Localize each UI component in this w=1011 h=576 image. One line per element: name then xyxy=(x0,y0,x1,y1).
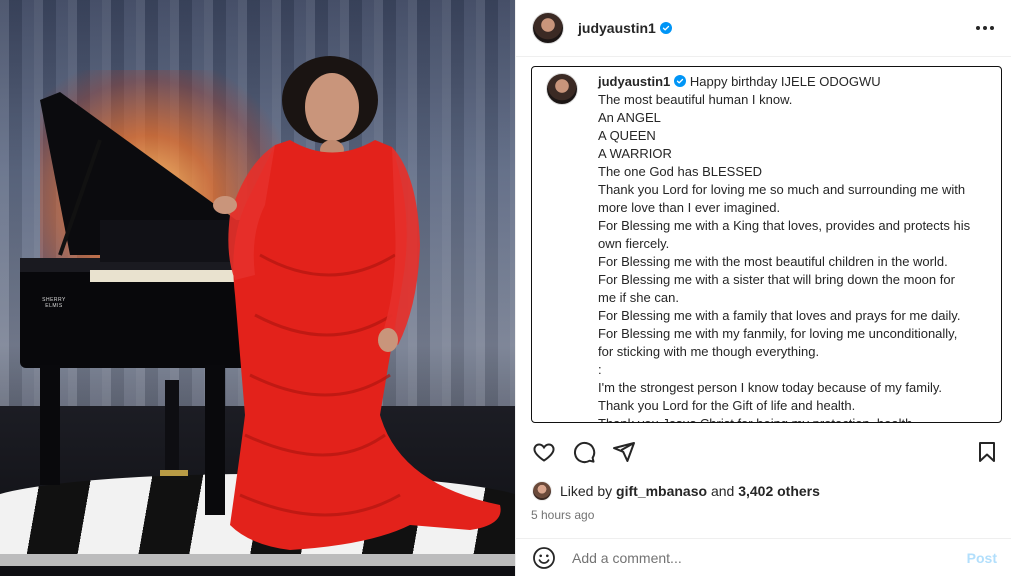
verified-badge-icon xyxy=(659,22,672,34)
caption-line: For Blessing me with my fanmily, for lov… xyxy=(598,326,958,341)
caption-line: For Blessing me with the most beautiful … xyxy=(598,254,948,269)
photo-watermark: SHERRY ELMIS xyxy=(42,297,66,309)
caption-text: judyaustin1 Happy birthday IJELE ODOGWU … xyxy=(598,73,987,422)
author-username[interactable]: judyaustin1 xyxy=(578,20,656,36)
caption-line: Thank you Lord for the Gift of life and … xyxy=(598,398,856,413)
caption-line: For Blessing me with a family that loves… xyxy=(598,308,961,323)
caption-line: For Blessing me with a King that loves, … xyxy=(598,218,971,233)
post-sidebar: judyaustin1 judyaustin1 Happy birthday I… xyxy=(515,0,1011,576)
share-icon[interactable] xyxy=(612,440,636,464)
caption-line: The most beautiful human I know. xyxy=(598,92,793,107)
post-modal: SHERRY ELMIS judyaustin1 judyaustin1 Hap… xyxy=(0,0,1011,576)
liker-avatar[interactable] xyxy=(532,481,552,501)
heart-icon[interactable] xyxy=(532,440,556,464)
caption-line: The one God has BLESSED xyxy=(598,164,763,179)
bookmark-icon[interactable] xyxy=(975,440,999,464)
comment-icon[interactable] xyxy=(572,440,596,464)
likes-connector: and xyxy=(710,483,735,499)
more-options-button[interactable] xyxy=(973,16,997,40)
post-photo[interactable]: SHERRY ELMIS xyxy=(0,0,515,576)
caption-line: Thank you Jesus Christ for being my prot… xyxy=(598,415,987,422)
caption-line: me if she can. xyxy=(598,290,679,305)
post-timestamp[interactable]: 5 hours ago xyxy=(531,508,594,522)
caption-line: own fiercely. xyxy=(598,236,670,251)
caption-username[interactable]: judyaustin1 xyxy=(598,74,670,89)
woman-in-red-gown xyxy=(213,56,501,550)
emoji-icon[interactable] xyxy=(532,546,556,570)
more-horizontal-icon xyxy=(976,26,994,30)
caption-line: An ANGEL xyxy=(598,110,661,125)
caption-author-avatar[interactable] xyxy=(546,73,578,105)
post-header: judyaustin1 xyxy=(516,0,1011,57)
post-actions xyxy=(532,438,999,466)
likes-summary: Liked by gift_mbanaso and 3,402 others xyxy=(532,481,820,501)
caption-area: judyaustin1 Happy birthday IJELE ODOGWU … xyxy=(531,66,1002,423)
post-comment-button[interactable]: Post xyxy=(967,550,997,566)
caption-first-line: judyaustin1 Happy birthday IJELE ODOGWU xyxy=(598,73,987,91)
caption-line: : xyxy=(598,362,602,377)
caption-line: more love than I ever imagined. xyxy=(598,200,781,215)
likes-others-link[interactable]: 3,402 others xyxy=(738,483,820,499)
caption-line: A QUEEN xyxy=(598,128,656,143)
comment-input[interactable] xyxy=(572,549,967,566)
caption-line: For Blessing me with a sister that will … xyxy=(598,272,955,287)
caption-line: I'm the strongest person I know today be… xyxy=(598,380,943,395)
caption-verified-badge-icon xyxy=(674,75,687,87)
caption-line: Thank you Lord for loving me so much and… xyxy=(598,182,966,197)
caption-line: for sticking with me though everything. xyxy=(598,344,820,359)
comment-bar: Post xyxy=(516,538,1011,576)
caption-line: A WARRIOR xyxy=(598,146,672,161)
author-avatar[interactable] xyxy=(532,12,564,44)
caption-greeting: Happy birthday IJELE ODOGWU xyxy=(689,74,881,89)
liker-username[interactable]: gift_mbanaso xyxy=(616,483,707,499)
likes-prefix: Liked by xyxy=(560,483,613,499)
